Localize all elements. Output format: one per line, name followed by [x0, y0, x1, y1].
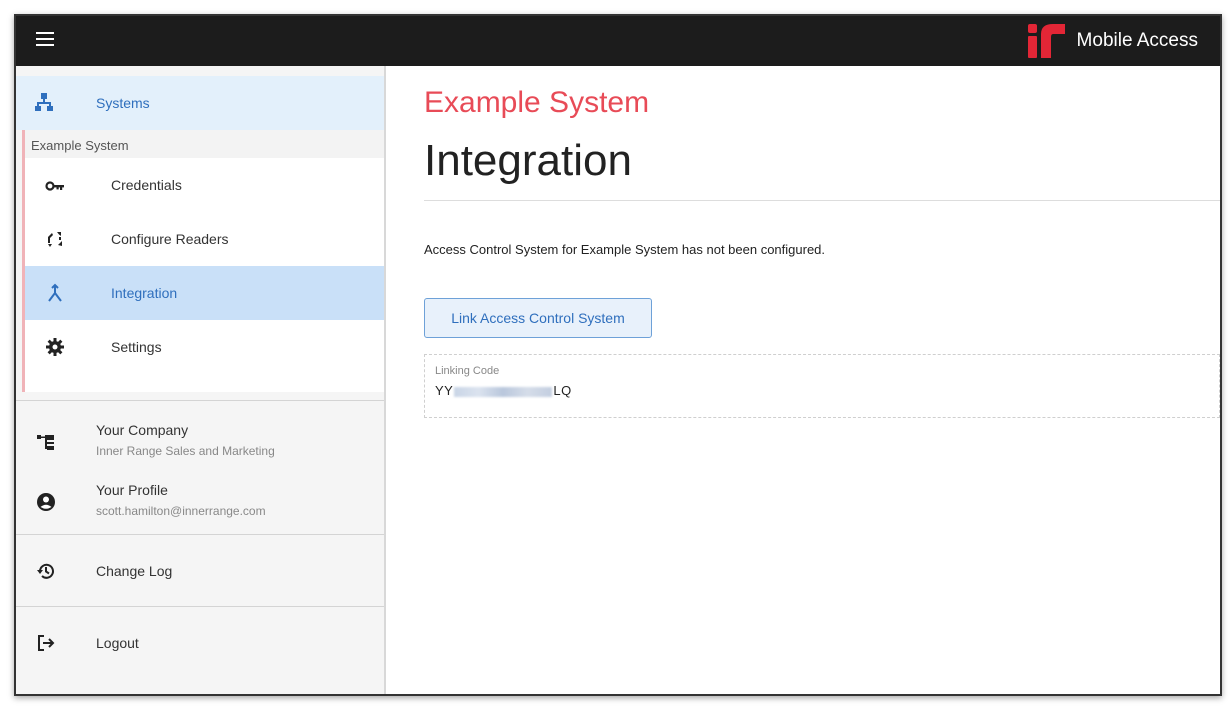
sidebar-item-label: Systems — [96, 95, 150, 111]
linking-code-value[interactable]: YY LQ — [435, 383, 572, 398]
sidebar-item-change-log[interactable]: Change Log — [16, 544, 384, 598]
sidebar-item-label: Integration — [111, 285, 178, 301]
link-access-control-system-button[interactable]: Link Access Control System — [424, 298, 652, 338]
sidebar-item-logout[interactable]: Logout — [16, 616, 384, 670]
sidebar-item-label: Logout — [96, 635, 139, 651]
history-icon — [37, 563, 54, 579]
sidebar: Systems Example System Credentials Confi… — [16, 66, 386, 694]
linking-code-suffix: LQ — [553, 383, 572, 398]
linking-code-field: Linking Code YY LQ — [424, 354, 1220, 418]
gear-icon — [46, 338, 64, 356]
configure-readers-icon — [48, 232, 62, 247]
inner-range-logo-icon — [1027, 24, 1065, 58]
status-message: Access Control System for Example System… — [424, 242, 826, 257]
main-content: Example System Integration Access Contro… — [386, 66, 1220, 694]
system-name: Example System — [31, 138, 129, 153]
profile-email: scott.hamilton@innerrange.com — [96, 504, 266, 518]
divider — [16, 400, 384, 401]
divider — [16, 534, 384, 535]
sidebar-item-label: Configure Readers — [111, 231, 229, 247]
integration-icon — [48, 283, 62, 302]
profile-title: Your Profile — [96, 482, 168, 498]
page-title: Integration — [424, 136, 632, 185]
sidebar-item-integration[interactable]: Integration — [25, 266, 384, 320]
divider — [16, 606, 384, 607]
company-title: Your Company — [96, 422, 189, 438]
company-name: Inner Range Sales and Marketing — [96, 444, 275, 458]
divider — [424, 200, 1220, 201]
sidebar-item-settings[interactable]: Settings — [25, 320, 384, 374]
sidebar-item-systems[interactable]: Systems — [16, 76, 384, 130]
sidebar-item-your-company[interactable]: Your Company Inner Range Sales and Marke… — [16, 414, 384, 470]
sidebar-item-label: Change Log — [96, 563, 173, 579]
brand: Mobile Access — [1027, 24, 1198, 58]
org-chart-icon — [37, 435, 54, 450]
system-name-header: Example System — [25, 130, 384, 158]
top-app-bar: Mobile Access — [16, 16, 1220, 66]
app-name: Mobile Access — [1076, 30, 1198, 51]
sidebar-item-label: Settings — [111, 339, 162, 355]
redacted-code — [454, 386, 553, 397]
key-icon — [45, 181, 64, 191]
linking-code-prefix: YY — [435, 383, 454, 398]
menu-icon[interactable] — [36, 32, 54, 48]
linking-code-label: Linking Code — [435, 365, 500, 377]
sitemap-icon — [35, 93, 53, 111]
app-window: Mobile Access Systems Example System Cre… — [14, 14, 1222, 696]
sidebar-item-label: Credentials — [111, 177, 182, 193]
logout-icon — [38, 635, 55, 651]
sidebar-item-configure-readers[interactable]: Configure Readers — [25, 212, 384, 266]
sidebar-item-credentials[interactable]: Credentials — [25, 158, 384, 212]
account-circle-icon — [37, 493, 55, 511]
sidebar-item-your-profile[interactable]: Your Profile scott.hamilton@innerrange.c… — [16, 474, 384, 530]
system-nav-group: Example System Credentials Configure Rea… — [22, 130, 384, 392]
system-title: Example System — [424, 86, 650, 119]
